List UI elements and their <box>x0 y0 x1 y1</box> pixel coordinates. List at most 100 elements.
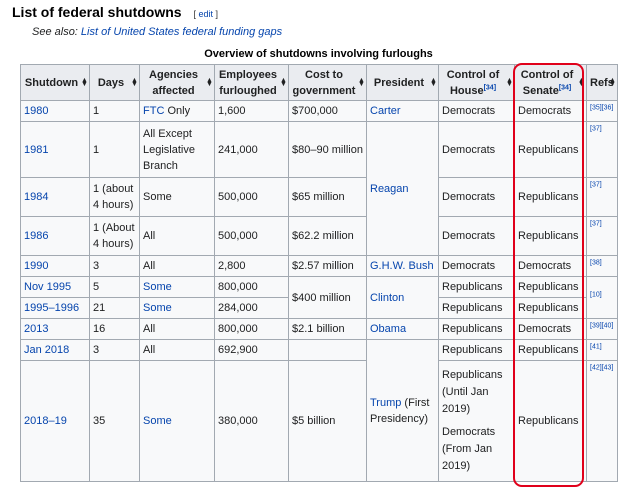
edit-section-link[interactable]: edit <box>198 9 213 19</box>
table-row: Jan 2018 3 All 692,900 Trump (First Pres… <box>20 339 618 482</box>
ref-link[interactable]: [37] <box>590 125 602 132</box>
cost-cell: $65 million <box>288 177 367 217</box>
column-header-refs[interactable]: Refs ▲ ▼ <box>586 64 618 101</box>
ref-link[interactable]: [40] <box>602 322 614 329</box>
see-also-link[interactable]: List of United States federal funding ga… <box>81 26 282 38</box>
house-cell: Democrats <box>438 177 515 217</box>
ref-link[interactable]: [35] <box>590 104 602 111</box>
table-row: 1981 1 All Except Legislative Branch 241… <box>20 121 618 256</box>
see-also-prefix: See also: <box>32 26 81 38</box>
column-header-shutdown[interactable]: Shutdown ▲ ▼ <box>20 64 90 101</box>
ref-link[interactable]: [41] <box>590 343 602 350</box>
house-after-jan-2019: Democrats (From Jan 2019) <box>442 426 496 472</box>
days-cell: 3 <box>89 339 140 361</box>
house-cell: Republicans (Until Jan 2019) Democrats (… <box>438 360 515 482</box>
edit-section-control: [ edit ] <box>193 9 219 19</box>
sort-icon[interactable]: ▲ ▼ <box>206 77 213 88</box>
employees-cell: 2,800 <box>214 255 289 277</box>
column-header-house[interactable]: Control of House[34] ▲ ▼ <box>438 64 515 101</box>
column-header-senate[interactable]: Control of Senate[34] ▲ ▼ <box>514 64 587 101</box>
agencies-cell: All <box>139 255 215 277</box>
president-link[interactable]: Clinton <box>370 292 404 304</box>
shutdown-link[interactable]: 1980 <box>24 105 48 117</box>
shutdown-link[interactable]: 2018–19 <box>24 415 67 427</box>
shutdown-link[interactable]: 1981 <box>24 144 48 156</box>
employees-cell: 1,600 <box>214 100 289 122</box>
column-header-agencies[interactable]: Agencies affected ▲ ▼ <box>139 64 215 101</box>
ref-link[interactable]: [42] <box>590 364 602 371</box>
senate-cell: Republicans <box>514 216 587 256</box>
table-row: 1980 1 FTC Only 1,600 $700,000 Carter De… <box>20 100 618 122</box>
days-cell: 3 <box>89 255 140 277</box>
ref-link[interactable]: [38] <box>590 259 602 266</box>
president-link[interactable]: G.H.W. Bush <box>370 260 434 272</box>
days-cell: 5 <box>89 276 140 298</box>
agencies-cell: All <box>139 216 215 256</box>
ref-link[interactable]: [37] <box>590 220 602 227</box>
agency-link[interactable]: FTC <box>143 105 164 117</box>
cost-cell: $700,000 <box>288 100 367 122</box>
president-link[interactable]: Obama <box>370 323 406 335</box>
agency-link[interactable]: Some <box>143 281 172 293</box>
sort-icon[interactable]: ▲ ▼ <box>430 77 437 88</box>
shutdown-link[interactable]: 1986 <box>24 230 48 242</box>
table-row: 2018–19 35 Some 380,000 $5 billion Repub… <box>20 360 618 482</box>
column-header-days[interactable]: Days ▲ ▼ <box>89 64 140 101</box>
sort-icon[interactable]: ▲ ▼ <box>506 77 513 88</box>
house-cell: Republicans <box>438 276 515 298</box>
days-cell: 1 <box>89 100 140 122</box>
table-row: 2013 16 All 800,000 $2.1 billion Obama R… <box>20 318 618 340</box>
agency-link[interactable]: Some <box>143 302 172 314</box>
sort-icon[interactable]: ▲ ▼ <box>131 77 138 88</box>
shutdown-link[interactable]: 1995–1996 <box>24 302 79 314</box>
house-cell: Republicans <box>438 339 515 361</box>
house-ref-link[interactable]: [34] <box>484 84 496 91</box>
ref-link[interactable]: [39] <box>590 322 602 329</box>
ref-link[interactable]: [43] <box>602 364 614 371</box>
employees-cell: 380,000 <box>214 360 289 482</box>
days-cell: 35 <box>89 360 140 482</box>
employees-cell: 500,000 <box>214 216 289 256</box>
sort-icon[interactable]: ▲ ▼ <box>280 77 287 88</box>
house-cell: Republicans <box>438 318 515 340</box>
house-cell: Democrats <box>438 255 515 277</box>
employees-cell: 692,900 <box>214 339 289 361</box>
sort-icon[interactable]: ▲ ▼ <box>81 77 88 88</box>
shutdown-link[interactable]: 1984 <box>24 191 48 203</box>
sort-icon[interactable]: ▲ ▼ <box>578 77 585 88</box>
agencies-cell: All Except Legislative Branch <box>139 121 215 178</box>
column-header-employees[interactable]: Employees furloughed ▲ ▼ <box>214 64 289 101</box>
employees-cell: 500,000 <box>214 177 289 217</box>
house-cell: Democrats <box>438 216 515 256</box>
cost-cell: $400 million <box>288 276 367 319</box>
house-cell: Democrats <box>438 100 515 122</box>
ref-link[interactable]: [37] <box>590 181 602 188</box>
senate-cell: Democrats <box>514 255 587 277</box>
agencies-cell: Some <box>139 177 215 217</box>
senate-cell: Republicans <box>514 339 587 361</box>
president-link[interactable]: Carter <box>370 105 401 117</box>
agency-link[interactable]: Some <box>143 415 172 427</box>
sort-icon[interactable]: ▲ ▼ <box>358 77 365 88</box>
shutdown-link[interactable]: Jan 2018 <box>24 344 69 356</box>
president-link[interactable]: Reagan <box>370 183 409 195</box>
cost-cell: $2.1 billion <box>288 318 367 340</box>
senate-ref-link[interactable]: [34] <box>559 84 571 91</box>
senate-cell: Republicans <box>514 360 587 482</box>
shutdown-link[interactable]: 1990 <box>24 260 48 272</box>
president-link[interactable]: Trump <box>370 397 401 409</box>
employees-cell: 241,000 <box>214 121 289 178</box>
shutdown-link[interactable]: 2013 <box>24 323 48 335</box>
shutdown-link[interactable]: Nov 1995 <box>24 281 71 293</box>
ref-link[interactable]: [36] <box>602 104 614 111</box>
table-caption: Overview of shutdowns involving furlough… <box>204 48 433 60</box>
ref-link[interactable]: [10] <box>590 291 602 298</box>
sort-icon[interactable]: ▲ ▼ <box>609 77 616 88</box>
cost-cell <box>288 339 367 361</box>
employees-cell: 800,000 <box>214 318 289 340</box>
days-cell: 21 <box>89 297 140 319</box>
column-header-cost[interactable]: Cost to government ▲ ▼ <box>288 64 367 101</box>
cost-cell: $5 billion <box>288 360 367 482</box>
table-row: 1990 3 All 2,800 $2.57 million G.H.W. Bu… <box>20 255 618 277</box>
column-header-president[interactable]: President ▲ ▼ <box>366 64 439 101</box>
